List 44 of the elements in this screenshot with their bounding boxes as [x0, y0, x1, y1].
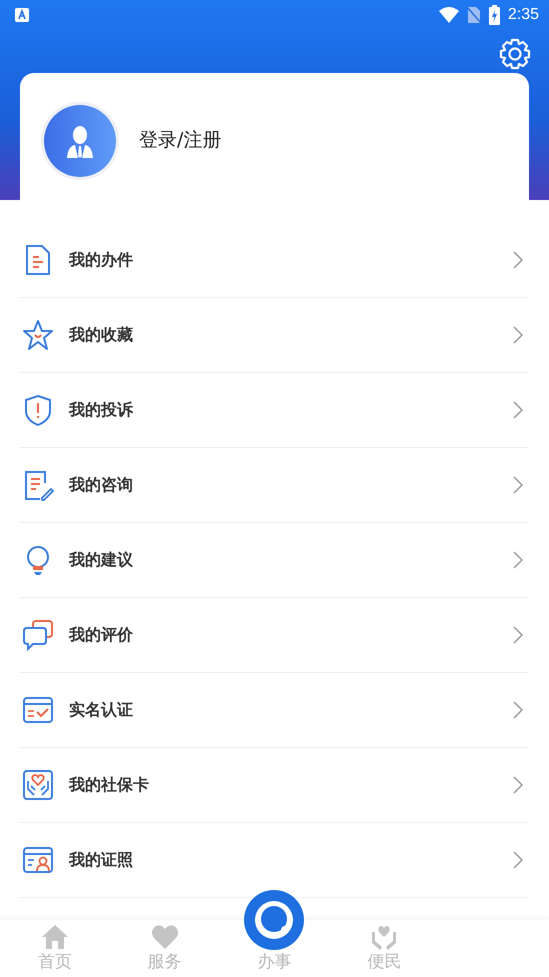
star-icon	[22, 319, 54, 351]
shield-alert-icon	[22, 394, 54, 426]
menu-item[interactable]: 实名认证	[20, 673, 529, 748]
id-check-icon	[22, 694, 54, 726]
menu-item-label: 我的收藏	[69, 324, 134, 346]
id-card-icon	[22, 844, 54, 876]
chevron-right-icon	[513, 626, 523, 644]
battery-charging-icon	[488, 5, 500, 25]
menu-item[interactable]: 我的投诉	[20, 373, 529, 448]
chevron-right-icon	[513, 401, 523, 419]
menu-item[interactable]: 我的社保卡	[20, 748, 529, 823]
menu-item[interactable]: 我的咨询	[20, 448, 529, 523]
chevron-right-icon	[513, 476, 523, 494]
no-sim-icon	[466, 6, 481, 24]
menu-item[interactable]: 我的建议	[20, 523, 529, 598]
menu-item-label: 我的证照	[69, 850, 134, 870]
menu-item[interactable]: 我的收藏	[20, 298, 529, 373]
avatar-icon[interactable]	[40, 101, 120, 181]
menu-item-label: 实名认证	[69, 700, 134, 720]
menu-item-label: 我的咨询	[69, 474, 134, 496]
clock-time: 2:35	[508, 6, 539, 24]
heart-icon	[150, 924, 179, 950]
chevron-right-icon	[513, 851, 523, 869]
chevron-right-icon	[513, 326, 523, 344]
chevron-right-icon	[513, 551, 523, 569]
home-icon	[40, 924, 69, 950]
chat-bubbles-icon	[22, 619, 54, 651]
menu-item[interactable]: 我的评价	[20, 598, 529, 673]
menu-item-label: 我的建议	[69, 550, 134, 570]
hands-heart-card-icon	[22, 769, 54, 801]
menu-item-label: 我的投诉	[69, 400, 134, 420]
chevron-right-icon	[513, 701, 523, 719]
app-notification-icon	[15, 8, 29, 22]
menu-item-label: 我的办件	[69, 250, 134, 270]
chevron-right-icon	[513, 776, 523, 794]
menu-item-label: 我的社保卡	[69, 774, 150, 796]
wifi-icon	[438, 7, 459, 23]
hands-heart-icon	[370, 924, 398, 950]
edit-document-icon	[22, 469, 54, 501]
menu-item[interactable]: 我的办件	[20, 223, 529, 298]
chevron-right-icon	[513, 251, 523, 269]
menu-item-label: 我的评价	[69, 624, 134, 646]
settings-icon[interactable]	[499, 38, 531, 70]
login-register-link[interactable]: 登录/注册	[139, 127, 222, 153]
